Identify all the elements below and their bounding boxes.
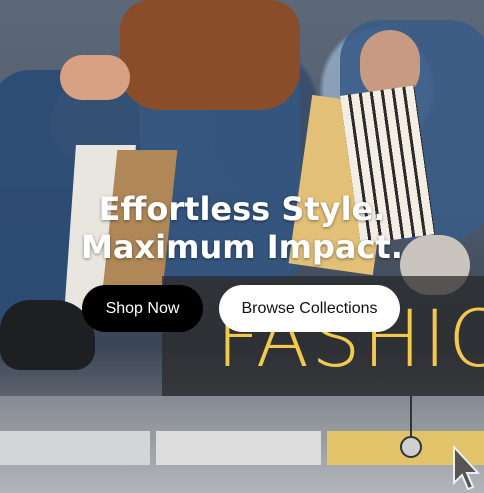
shop-now-button[interactable]: Shop Now	[82, 285, 203, 332]
background-photo-shoe	[0, 300, 95, 370]
browse-collections-button[interactable]: Browse Collections	[219, 285, 400, 332]
background-sign-ring	[400, 436, 422, 458]
hero-headline: Effortless Style. Maximum Impact.	[0, 190, 484, 266]
hero-headline-line-1: Effortless Style.	[98, 190, 386, 228]
hero-section: FASHIO Effortless Style. Maximum Impact.…	[0, 0, 484, 493]
mouse-pointer-icon	[453, 445, 480, 491]
background-stripe	[156, 431, 321, 465]
background-photo-handbag	[120, 0, 300, 110]
background-photo-hand	[60, 55, 130, 100]
background-sign-pole	[410, 396, 412, 436]
background-stripe	[0, 431, 150, 465]
hero-headline-line-2: Maximum Impact.	[81, 228, 403, 266]
